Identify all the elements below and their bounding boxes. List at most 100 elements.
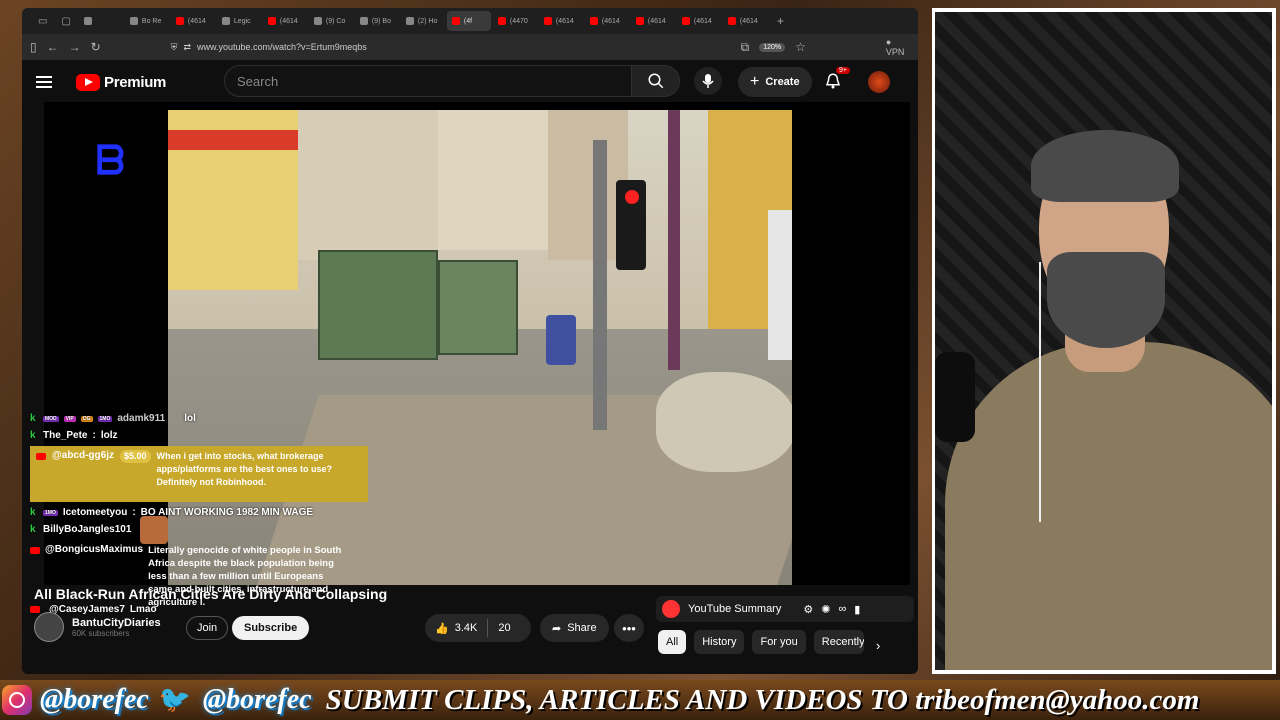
glasses-icon[interactable]: ∞ [838, 603, 846, 615]
browser-tab[interactable]: Legic [217, 11, 261, 31]
browser-tab[interactable]: (4614 [585, 11, 629, 31]
browser-tab[interactable]: (4614 [263, 11, 307, 31]
tab-favicon-icon [267, 17, 276, 25]
browser-tab[interactable]: (4614 [631, 11, 675, 31]
browser-tab[interactable]: Bo Re [125, 11, 169, 31]
tab-tools: ▭ ▢ [38, 16, 71, 27]
zoom-badge[interactable]: 120% [759, 42, 786, 52]
url-field[interactable]: ⛨ ⇄ www.youtube.com/watch?v=Ertum9meqbs [171, 42, 611, 53]
chip-recently[interactable]: Recently [813, 630, 864, 654]
video-title: All Black-Run African Cities Are Dirty A… [34, 586, 388, 602]
browser-tab[interactable]: (4614 [723, 11, 767, 31]
browser-tab[interactable]: (9) Co [309, 11, 353, 31]
chevron-right-icon[interactable]: › [876, 638, 880, 653]
summary-label: YouTube Summary [688, 603, 782, 615]
openai-icon[interactable]: ✺ [821, 603, 830, 616]
chat-text: lolz [100, 430, 118, 441]
reload-icon[interactable]: ↻ [91, 40, 101, 54]
chat-username: @abcd-gg6jz [52, 450, 114, 461]
kick-icon: k [30, 507, 36, 518]
youtube-header: Premium + Create 9+ [22, 60, 918, 104]
like-button[interactable]: 👍 3.4K [425, 614, 487, 642]
chip-all[interactable]: All [658, 630, 687, 654]
notifications-bell-icon[interactable] [824, 72, 842, 90]
tab-search-icon[interactable]: ▢ [61, 16, 70, 27]
youtube-icon [36, 453, 46, 460]
search-icon [648, 73, 663, 89]
youtube-play-icon [76, 73, 100, 91]
bookmark-icon[interactable]: ☆ [795, 40, 806, 54]
notification-count-badge: 9+ [836, 67, 850, 74]
comment-count: 20 [498, 622, 511, 634]
instagram-handle: @borefec [40, 684, 149, 715]
youtube-summary-panel[interactable]: YouTube Summary ⚙ ✺ ∞ ▮ [656, 596, 914, 622]
chat-message: k 1MO Icetomeetyou : BO AINT WORKING 198… [30, 504, 390, 521]
brand-label: Premium [104, 73, 167, 91]
vpn-button[interactable]: ● VPN [886, 37, 905, 57]
browser-tab[interactable]: (9) Bo [355, 11, 399, 31]
browser-tab[interactable] [79, 11, 123, 31]
comment-count-button[interactable]: 20 [488, 614, 520, 642]
tab-menu-icon[interactable]: ▭ [38, 16, 47, 27]
channel-avatar[interactable] [34, 612, 64, 642]
share-button[interactable]: ➦ Share [540, 614, 609, 642]
tab-label: (9) Co [325, 17, 346, 25]
hamburger-menu-icon[interactable] [36, 76, 52, 88]
superchat-amount: $5.00 [119, 450, 151, 463]
subscribe-button[interactable]: Subscribe [232, 616, 310, 640]
kick-icon: k [30, 524, 36, 535]
screenshot-icon[interactable]: ⧉ [741, 40, 750, 55]
tab-bar: ▭ ▢ Bo Re (4614 Legic (4614 (9) Co (9) Bo (2) … [22, 8, 918, 34]
microphone-icon [702, 74, 714, 88]
address-bar: ▯ ← → ↻ ⛨ ⇄ www.youtube.com/watch?v=Ertu… [22, 34, 918, 60]
tab-label: (9) Bo [371, 17, 391, 25]
month-badge-icon: 1MO [97, 415, 113, 422]
month-badge-icon: 1MO [43, 509, 58, 516]
tab-label: Legic [233, 17, 251, 25]
youtube-logo[interactable]: Premium [76, 73, 167, 91]
forward-icon[interactable]: → [69, 40, 81, 54]
tab-label: (4614 [279, 17, 298, 25]
browser-tab[interactable]: (2) Ho [401, 11, 445, 31]
account-avatar[interactable] [868, 71, 890, 93]
channel-name[interactable]: BantuCityDiaries [72, 617, 161, 629]
browser-tab[interactable]: (4f [446, 11, 491, 31]
back-icon[interactable]: ← [47, 40, 59, 54]
browser-tab[interactable]: (4470 [493, 11, 537, 31]
chat-emote [140, 515, 169, 544]
browser-tab[interactable]: (4614 [171, 11, 215, 31]
chip-for-you[interactable]: For you [752, 630, 806, 654]
join-button[interactable]: Join [186, 616, 229, 640]
tab-favicon-icon [635, 17, 644, 25]
tab-favicon-icon [727, 17, 736, 25]
search-bar [224, 65, 680, 97]
tab-label: (4614 [739, 17, 758, 25]
tab-favicon-icon [83, 17, 92, 25]
more-actions-icon[interactable]: ••• [614, 614, 644, 642]
chat-message: k MOD VIP OG 1MO adamk911 lol [30, 410, 390, 427]
new-tab-icon[interactable]: + [777, 14, 784, 28]
search-button[interactable] [632, 65, 680, 97]
webcam-feed [932, 8, 1276, 674]
tab-favicon-icon [497, 17, 506, 25]
audio-wave-icon[interactable]: ▮ [854, 603, 860, 616]
chip-history[interactable]: History [694, 630, 745, 654]
twitter-handle: @borefec [202, 684, 312, 715]
tab-favicon-icon [451, 17, 460, 25]
browser-tab[interactable]: (4614 [677, 11, 721, 31]
robot-icon[interactable]: ⚙ [803, 603, 813, 616]
sidebar-icon[interactable]: ▯ [30, 40, 37, 54]
like-dislike-bar: 👍 3.4K 20 [425, 614, 531, 642]
search-input[interactable] [224, 65, 632, 97]
chat-username: Icetomeetyou [62, 507, 128, 518]
chat-message: k The_Pete : lolz [30, 427, 390, 444]
create-label: Create [765, 76, 800, 88]
earphone-cable [1039, 262, 1041, 522]
tab-favicon-icon [589, 17, 598, 25]
site-settings-icon[interactable]: ⇄ [183, 42, 191, 53]
tab-label: (4614 [555, 17, 574, 25]
tab-label: (4f [463, 17, 473, 25]
browser-tab[interactable]: (4614 [539, 11, 583, 31]
create-button[interactable]: + Create [738, 67, 812, 97]
voice-search-button[interactable] [694, 67, 722, 95]
